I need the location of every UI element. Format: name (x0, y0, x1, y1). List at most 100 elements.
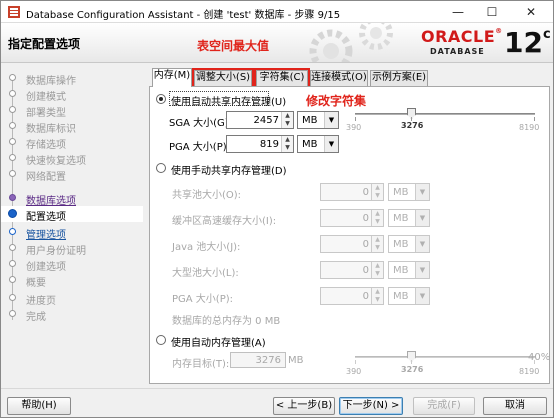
chevron-down-icon: ▼ (415, 236, 429, 252)
tab-character-sets[interactable]: 字符集(C) (256, 70, 308, 86)
slider-tick (355, 360, 356, 364)
chevron-down-icon: ▼ (415, 262, 429, 278)
header-banner: 指定配置选项 表空间最大值 ORACLE® DATABASE 12c (1, 23, 553, 63)
nav-step-user-credentials: 用户身份证明 (1, 240, 143, 257)
spinner-up-icon[interactable]: ▲ (371, 184, 383, 192)
spinner-down-icon[interactable]: ▼ (371, 244, 383, 252)
spinner-up-icon[interactable]: ▲ (371, 236, 383, 244)
large-pool-spinner[interactable]: 0 ▲ ▼ (320, 261, 384, 279)
shared-pool-unit-select[interactable]: MB ▼ (388, 183, 430, 201)
spinner-up-icon[interactable]: ▲ (281, 136, 293, 144)
nav-step-management-options[interactable]: 管理选项 (1, 224, 143, 241)
pga-size-label: PGA 大小(P): (169, 142, 231, 153)
main-content: 内存(M) 调整大小(S) 字符集(C) 连接模式(O) 示例方案(E) 使用自… (144, 64, 553, 388)
pga-unit-select[interactable]: MB ▼ (297, 135, 339, 153)
memory-tab-panel: 使用自动共享内存管理(U) 修改字符集 SGA 大小(G): 2457 ▲ ▼ … (149, 86, 550, 384)
step-dot-icon (9, 170, 16, 177)
auto-shared-memory-label: 使用自动共享内存管理(U) (171, 97, 287, 108)
total-memory-text: 数据库的总内存为 0 MB (172, 316, 281, 327)
step-dot-icon (9, 276, 16, 283)
memory-slider-max-label: 8190 (519, 367, 540, 376)
tab-memory[interactable]: 内存(M) (152, 68, 192, 87)
finish-button[interactable]: 完成(F) (413, 397, 475, 415)
step-dot-icon (9, 228, 16, 235)
sga-size-spinner[interactable]: 2457 ▲ ▼ (226, 111, 294, 129)
spinner-down-icon[interactable]: ▼ (371, 218, 383, 226)
spinner-down-icon[interactable]: ▼ (371, 192, 383, 200)
auto-memory-label: 使用自动内存管理(A) (171, 338, 266, 349)
spinner-down-icon[interactable]: ▼ (281, 120, 293, 128)
slider-current-label: 3276 (401, 121, 424, 130)
auto-shared-memory-radio[interactable] (156, 94, 166, 104)
sga-unit-select[interactable]: MB ▼ (297, 111, 339, 129)
slider-min-label: 390 (346, 123, 362, 132)
shared-pool-label: 共享池大小(O): (172, 190, 242, 201)
slider-max-label: 8190 (519, 123, 540, 132)
footer-bar: 帮助(H) < 上一步(B) 下一步(N) > 完成(F) 取消 (1, 388, 553, 417)
java-pool-spinner[interactable]: 0 ▲ ▼ (320, 235, 384, 253)
close-button[interactable]: ✕ (511, 1, 551, 23)
nav-step-network-config: 网络配置 (1, 166, 143, 183)
sga-size-label: SGA 大小(G): (169, 118, 233, 129)
spinner-up-icon[interactable]: ▲ (281, 112, 293, 120)
java-pool-unit-select[interactable]: MB ▼ (388, 235, 430, 253)
memory-percent-label: 40% (528, 352, 551, 363)
memory-target-label: 内存目标(T): (172, 359, 230, 370)
step-dot-icon (9, 310, 16, 317)
pga-size-spinner[interactable]: 819 ▲ ▼ (226, 135, 294, 153)
spinner-up-icon[interactable]: ▲ (371, 262, 383, 270)
memory-target-field[interactable]: 3276 (230, 352, 286, 368)
gears-decoration-icon (309, 23, 393, 62)
annotation-modify-charset: 修改字符集 (306, 94, 367, 108)
tab-sizing[interactable]: 调整大小(S) (194, 70, 252, 86)
memory-slider-current-label: 3276 (401, 365, 424, 374)
dca-app-icon (8, 6, 20, 18)
minimize-button[interactable]: — (441, 1, 475, 23)
large-pool-unit-select[interactable]: MB ▼ (388, 261, 430, 279)
buffer-cache-label: 缓冲区高速缓存大小(I): (172, 216, 277, 227)
next-button[interactable]: 下一步(N) > (339, 397, 403, 415)
memory-slider-track[interactable] (355, 113, 535, 115)
slider-tick (411, 360, 412, 364)
nav-step-database-identification: 数据库标识 (1, 118, 143, 135)
auto-memory-radio[interactable] (156, 335, 166, 345)
cancel-button[interactable]: 取消 (483, 397, 547, 415)
memory-target-unit: MB (288, 355, 304, 366)
nav-step-creation-mode: 创建模式 (1, 86, 143, 103)
spinner-up-icon[interactable]: ▲ (371, 210, 383, 218)
step-dot-icon (9, 106, 16, 113)
spinner-down-icon[interactable]: ▼ (281, 144, 293, 152)
java-pool-label: Java 池大小(J): (172, 242, 241, 253)
manual-pga-spinner[interactable]: 0 ▲ ▼ (320, 287, 384, 305)
spinner-down-icon[interactable]: ▼ (371, 270, 383, 278)
nav-step-database-options[interactable]: 数据库选项 (1, 190, 143, 207)
step-dot-icon (9, 74, 16, 81)
maximize-button[interactable]: ☐ (475, 1, 509, 23)
tab-connection-mode[interactable]: 连接模式(O) (310, 70, 368, 86)
nav-step-fast-recovery: 快速恢复选项 (1, 150, 143, 167)
nav-step-configuration-options[interactable]: 配置选项 (1, 206, 143, 223)
step-dot-icon (9, 260, 16, 267)
shared-pool-spinner[interactable]: 0 ▲ ▼ (320, 183, 384, 201)
manual-pga-unit-select[interactable]: MB ▼ (388, 287, 430, 305)
help-button[interactable]: 帮助(H) (7, 397, 71, 415)
chevron-down-icon: ▼ (415, 184, 429, 200)
manual-shared-memory-radio[interactable] (156, 163, 166, 173)
step-dot-icon (9, 154, 16, 161)
step-dot-icon (9, 194, 16, 201)
window-title: Database Configuration Assistant - 创建 't… (26, 10, 341, 21)
dca-window: Database Configuration Assistant - 创建 't… (0, 0, 554, 418)
nav-step-creation-options: 创建选项 (1, 256, 143, 273)
chevron-down-icon: ▼ (415, 210, 429, 226)
step-dot-icon (9, 244, 16, 251)
page-title: 指定配置选项 (8, 37, 81, 51)
nav-step-storage-options: 存储选项 (1, 134, 143, 151)
spinner-up-icon[interactable]: ▲ (371, 288, 383, 296)
buffer-cache-spinner[interactable]: 0 ▲ ▼ (320, 209, 384, 227)
step-dot-icon (9, 294, 16, 301)
memory-target-slider-track[interactable] (355, 356, 535, 358)
tab-sample-schemas[interactable]: 示例方案(E) (370, 70, 428, 86)
buffer-cache-unit-select[interactable]: MB ▼ (388, 209, 430, 227)
spinner-down-icon[interactable]: ▼ (371, 296, 383, 304)
back-button[interactable]: < 上一步(B) (273, 397, 335, 415)
